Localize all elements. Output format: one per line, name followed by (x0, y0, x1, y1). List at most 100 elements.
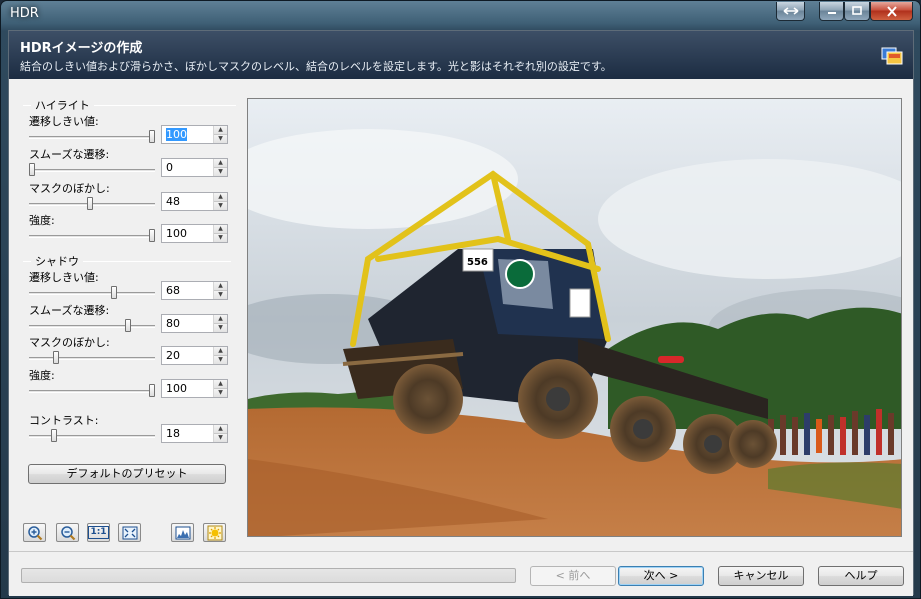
spinbox-value[interactable]: 100 (162, 380, 213, 397)
value-spinbox[interactable]: 100 ▲ ▼ (161, 224, 228, 243)
brightness-button[interactable] (203, 523, 226, 542)
spinbox-text: 100 (166, 382, 187, 395)
slider[interactable] (29, 429, 155, 443)
spin-down-icon[interactable]: ▼ (214, 134, 227, 143)
spin-arrows: ▲ ▼ (213, 282, 227, 299)
slider-thumb[interactable] (149, 229, 155, 242)
slider-thumb[interactable] (29, 163, 35, 176)
control-label: コントラスト: (29, 414, 99, 427)
zoom-out-button[interactable] (56, 523, 79, 542)
control-label: 遷移しきい値: (29, 271, 99, 284)
slider-thumb[interactable] (125, 319, 131, 332)
spin-up-icon[interactable]: ▲ (214, 159, 227, 167)
zoom-in-button[interactable] (23, 523, 46, 542)
minimize-icon (827, 12, 836, 14)
spinbox-text: 100 (166, 227, 187, 240)
slider-thumb[interactable] (87, 197, 93, 210)
slider[interactable] (29, 351, 155, 365)
slider-thumb[interactable] (53, 351, 59, 364)
spinbox-text: 18 (166, 427, 180, 440)
slider[interactable] (29, 319, 155, 333)
spinbox-text: 48 (166, 195, 180, 208)
spinbox-value[interactable]: 0 (162, 159, 213, 176)
spinbox-value[interactable]: 100 (162, 225, 213, 242)
control-label: マスクのぼかし: (29, 182, 110, 195)
slider-track (29, 136, 155, 139)
dialog-header: HDRイメージの作成 結合のしきい値および滑らかさ、ぼかしマスクのレベル、結合の… (9, 31, 913, 79)
wizard-footer: < 前へ 次へ > キャンセル ヘルプ (9, 551, 913, 596)
value-spinbox[interactable]: 0 ▲ ▼ (161, 158, 228, 177)
hdr-preview-image[interactable]: 556 (247, 98, 902, 537)
slider-thumb[interactable] (149, 384, 155, 397)
slider[interactable] (29, 130, 155, 144)
close-button[interactable] (870, 2, 913, 21)
spinbox-value[interactable]: 20 (162, 347, 213, 364)
slider-thumb[interactable] (51, 429, 57, 442)
spin-up-icon[interactable]: ▲ (214, 225, 227, 233)
dialog-body: HDRイメージの作成 結合のしきい値および滑らかさ、ぼかしマスクのレベル、結合の… (8, 30, 914, 596)
slider[interactable] (29, 163, 155, 177)
value-spinbox[interactable]: 100 ▲ ▼ (161, 125, 228, 144)
spin-arrows: ▲ ▼ (213, 225, 227, 242)
value-spinbox[interactable]: 68 ▲ ▼ (161, 281, 228, 300)
value-spinbox[interactable]: 20 ▲ ▼ (161, 346, 228, 365)
spin-down-icon[interactable]: ▼ (214, 201, 227, 210)
slider[interactable] (29, 286, 155, 300)
spin-up-icon[interactable]: ▲ (214, 282, 227, 290)
slider-track (29, 292, 155, 295)
value-spinbox[interactable]: 100 ▲ ▼ (161, 379, 228, 398)
histogram-button[interactable] (171, 523, 194, 542)
control-label: 強度: (29, 369, 55, 382)
spin-down-icon[interactable]: ▼ (214, 355, 227, 364)
spin-down-icon[interactable]: ▼ (214, 290, 227, 299)
spin-up-icon[interactable]: ▲ (214, 193, 227, 201)
back-button[interactable]: < 前へ (530, 566, 616, 586)
title-bar: HDR (1, 1, 920, 29)
slider[interactable] (29, 384, 155, 398)
slider[interactable] (29, 229, 155, 243)
slider-track (29, 325, 155, 328)
spin-up-icon[interactable]: ▲ (214, 347, 227, 355)
slider-thumb[interactable] (111, 286, 117, 299)
spinbox-value[interactable]: 80 (162, 315, 213, 332)
spin-up-icon[interactable]: ▲ (214, 126, 227, 134)
spinbox-value[interactable]: 68 (162, 282, 213, 299)
fit-window-button[interactable] (118, 523, 141, 542)
maximize-button[interactable] (844, 2, 870, 21)
spinbox-value[interactable]: 48 (162, 193, 213, 210)
next-button[interactable]: 次へ > (618, 566, 704, 586)
spin-down-icon[interactable]: ▼ (214, 167, 227, 176)
resize-arrows-icon (783, 7, 798, 15)
default-preset-button[interactable]: デフォルトのプリセット (28, 464, 226, 484)
spin-up-icon[interactable]: ▲ (214, 380, 227, 388)
spin-up-icon[interactable]: ▲ (214, 425, 227, 433)
spinbox-value[interactable]: 18 (162, 425, 213, 442)
spinbox-text: 80 (166, 317, 180, 330)
slider-track (29, 390, 155, 393)
hdr-logo-icon (881, 47, 903, 65)
spin-down-icon[interactable]: ▼ (214, 323, 227, 332)
spin-down-icon[interactable]: ▼ (214, 433, 227, 442)
spinbox-text: 100 (166, 128, 187, 141)
help-button[interactable]: ヘルプ (818, 566, 904, 586)
spin-up-icon[interactable]: ▲ (214, 315, 227, 323)
cancel-button[interactable]: キャンセル (718, 566, 804, 586)
spin-arrows: ▲ ▼ (213, 159, 227, 176)
restore-size-button[interactable] (776, 2, 805, 21)
value-spinbox[interactable]: 80 ▲ ▼ (161, 314, 228, 333)
settings-panel: ハイライト 遷移しきい値: 100 ▲ ▼ スムーズな遷移: 0 ▲ ▼ マスクのぼかし: 48 ▲… (9, 79, 245, 553)
minimize-button[interactable] (819, 2, 844, 21)
spinbox-value[interactable]: 100 (162, 126, 213, 143)
slider-thumb[interactable] (149, 130, 155, 143)
spin-arrows: ▲ ▼ (213, 425, 227, 442)
spin-down-icon[interactable]: ▼ (214, 233, 227, 242)
actual-size-button[interactable]: 1:1 (87, 523, 110, 542)
slider-track (29, 435, 155, 438)
value-spinbox[interactable]: 48 ▲ ▼ (161, 192, 228, 211)
spin-down-icon[interactable]: ▼ (214, 388, 227, 397)
slider[interactable] (29, 197, 155, 211)
value-spinbox[interactable]: 18 ▲ ▼ (161, 424, 228, 443)
control-label: マスクのぼかし: (29, 336, 110, 349)
spin-arrows: ▲ ▼ (213, 126, 227, 143)
page-title: HDRイメージの作成 (20, 41, 143, 56)
